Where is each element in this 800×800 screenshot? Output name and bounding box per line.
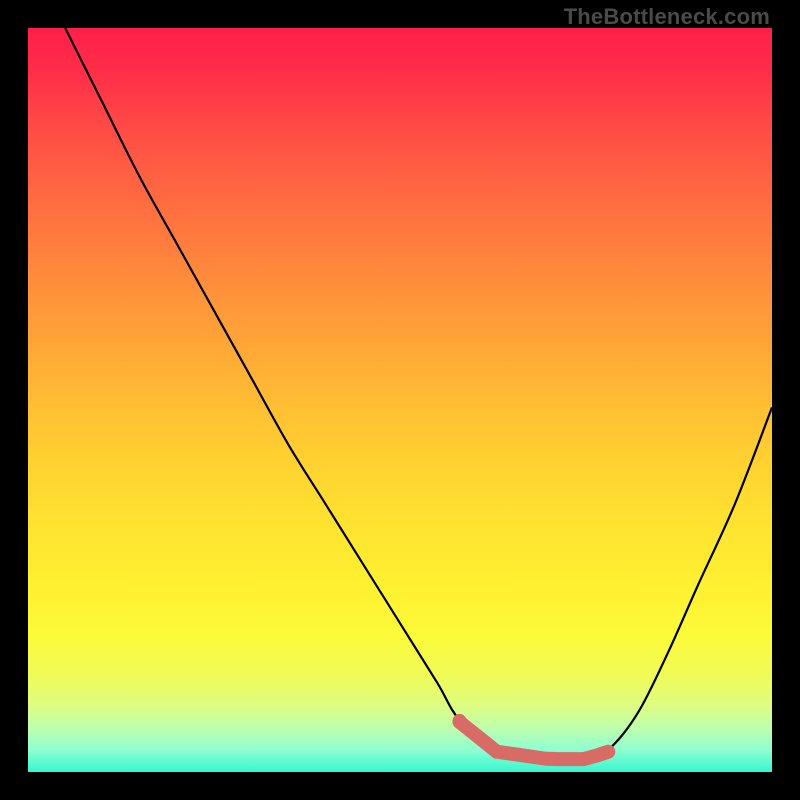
plot-area xyxy=(28,28,772,772)
optimal-range-highlight xyxy=(460,722,609,759)
chart-svg xyxy=(28,28,772,772)
bottleneck-curve xyxy=(65,28,772,758)
outer-frame: TheBottleneck.com xyxy=(0,0,800,800)
attribution-text: TheBottleneck.com xyxy=(564,4,770,30)
